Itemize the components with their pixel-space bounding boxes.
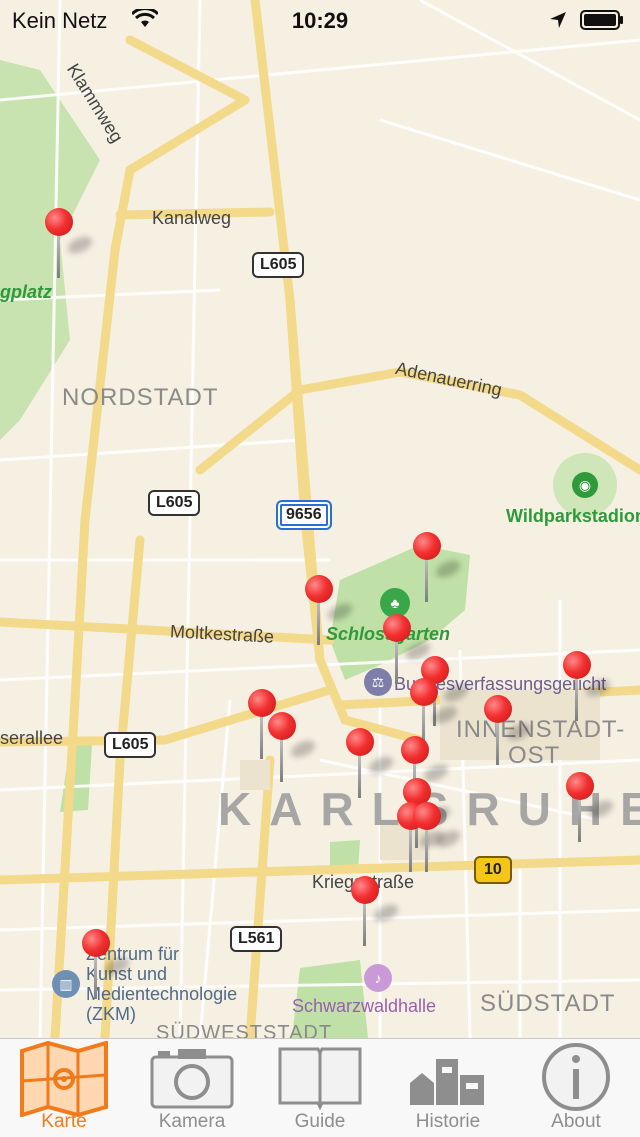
road-shield: L605: [148, 490, 201, 516]
tab-historie[interactable]: Historie: [384, 1039, 512, 1137]
book-icon: [278, 1047, 362, 1111]
map-pin[interactable]: [82, 929, 132, 1001]
district-label: SÜDSTADT: [480, 990, 616, 1017]
road-shield: L605: [104, 732, 157, 758]
street-label: serallee: [0, 728, 64, 748]
map-pin[interactable]: [413, 802, 463, 874]
park-label: Wildparkstadion: [506, 506, 640, 526]
tab-about[interactable]: About: [512, 1039, 640, 1137]
map-view[interactable]: Klammweg Kanalweg Adenauerring Moltkestr…: [0, 0, 640, 1038]
district-label: INNENSTADT-: [456, 716, 626, 743]
poi-label: (ZKM): [86, 1004, 136, 1024]
map-pin[interactable]: [268, 712, 318, 784]
map-pin[interactable]: [484, 695, 534, 767]
district-label: SÜDWESTSTADT: [156, 1022, 333, 1038]
road-shield: 10: [474, 856, 512, 884]
road-shield: L561: [230, 926, 283, 952]
tab-guide[interactable]: Guide: [256, 1039, 384, 1137]
district-label: NORDSTADT: [62, 384, 219, 411]
road-shield: L605: [252, 252, 305, 278]
map-pin[interactable]: [383, 614, 433, 686]
district-label: OST: [508, 742, 561, 769]
tab-label: Historie: [415, 1111, 481, 1132]
map-pin[interactable]: [563, 651, 613, 723]
stadium-icon: ◉: [572, 472, 598, 498]
poi-label: Schwarzwaldhalle: [292, 996, 437, 1016]
map-pin[interactable]: [45, 208, 95, 280]
map-icon: [20, 1041, 108, 1117]
map-pin[interactable]: [346, 728, 396, 800]
tab-kamera[interactable]: Kamera: [128, 1039, 256, 1137]
map-pin[interactable]: [305, 575, 355, 647]
camera-icon: [150, 1049, 234, 1109]
tab-label: Kamera: [158, 1111, 226, 1132]
battery-icon: [580, 10, 623, 30]
map-pin[interactable]: [351, 876, 401, 948]
museum-icon: ▥: [52, 970, 80, 998]
tab-karte[interactable]: Karte: [0, 1039, 128, 1137]
status-bar: Kein Netz 10:29: [0, 0, 640, 40]
street-label: Kanalweg: [152, 208, 232, 228]
map-pin[interactable]: [413, 532, 463, 604]
park-label: gplatz: [0, 282, 52, 302]
tab-label: About: [551, 1111, 601, 1132]
tab-label: Karte: [41, 1111, 87, 1132]
info-icon: [542, 1043, 610, 1111]
location-arrow-icon: [550, 12, 566, 28]
map-pin[interactable]: [566, 772, 616, 844]
buildings-icon: [410, 1059, 484, 1105]
tab-label: Guide: [294, 1111, 346, 1132]
music-icon: ♪: [364, 964, 392, 992]
tab-bar: Karte Kamera Guide Historie About: [0, 1038, 640, 1137]
road-shield: 9656: [276, 500, 332, 530]
clock: 10:29: [291, 8, 349, 33]
